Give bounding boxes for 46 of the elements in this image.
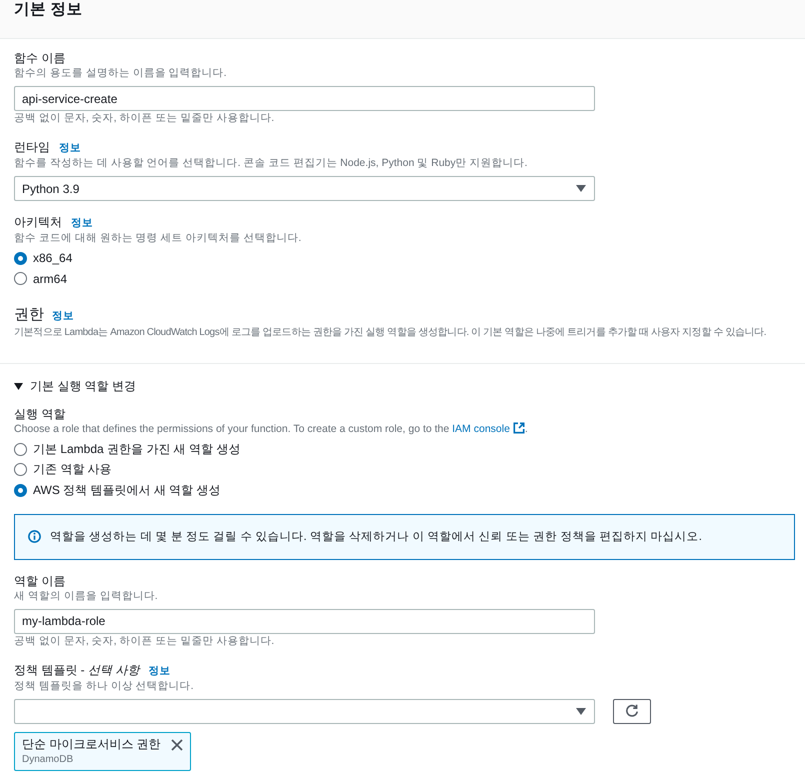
field-description: 함수의 용도를 설명하는 이름을 입력합니다. bbox=[14, 66, 228, 81]
radio-label: 기본 Lambda 권한을 가진 새 역할 생성 bbox=[33, 440, 240, 458]
info-icon bbox=[28, 530, 41, 543]
refresh-button[interactable] bbox=[613, 698, 651, 724]
caret-icon bbox=[576, 708, 586, 714]
field-description: 함수를 작성하는 데 사용할 언어를 선택합니다. 콘솔 코드 편집기는 Node.js, Python 및 Ruby만 지원합니다. bbox=[14, 156, 528, 171]
field-label: 함수 이름 bbox=[14, 50, 66, 66]
field-label: 런타임 bbox=[14, 139, 50, 155]
field-label: 정책 템플릿 - 선택 사항 bbox=[14, 662, 140, 678]
expand-toggle[interactable]: 기본 실행 역할 변경 bbox=[14, 376, 136, 396]
field-description: 정책 템플릿을 하나 이상 선택합니다. bbox=[14, 678, 195, 694]
radio-label: arm64 bbox=[33, 272, 68, 286]
radio-button[interactable] bbox=[14, 272, 27, 286]
token-label: 단순 마이크로서비스 권한 bbox=[22, 736, 161, 752]
radio-label: AWS 정책 템플릿에서 새 역할 생성 bbox=[33, 482, 221, 499]
section-title: 기본 정보 bbox=[14, 0, 82, 19]
field-constraint: 공백 없이 문자, 숫자, 하이픈 또는 밑줄만 사용합니다. bbox=[14, 634, 276, 648]
radio-button[interactable] bbox=[14, 463, 27, 476]
text-input[interactable]: api-service-create bbox=[14, 86, 595, 111]
close-icon[interactable] bbox=[170, 738, 183, 750]
field-description: 새 역할의 이름을 입력합니다. bbox=[14, 588, 159, 604]
token-description: DynamoDB bbox=[22, 752, 74, 766]
info-link[interactable]: 정보 bbox=[52, 306, 74, 326]
refresh-icon bbox=[625, 704, 639, 718]
field-description: Choose a role that defines the permissions of your function. To create a custom role, go to the IAM console . bbox=[14, 422, 529, 437]
dropdown-select[interactable]: Python 3.9 bbox=[14, 176, 595, 201]
field-label: 실행 역할 bbox=[14, 406, 66, 422]
info-link[interactable]: 정보 bbox=[59, 140, 81, 156]
info-link[interactable]: 정보 bbox=[148, 662, 170, 678]
caret-icon bbox=[576, 185, 586, 192]
section-heading: 권한 bbox=[14, 305, 44, 325]
alert-text: 역할을 생성하는 데 몇 분 정도 걸릴 수 있습니다. 역할을 삭제하거나 이 역할에서 신뢰 또는 권한 정책을 편집하지 마십시오. bbox=[50, 530, 702, 544]
console-link[interactable]: IAM console bbox=[452, 423, 525, 435]
info-link[interactable]: 정보 bbox=[71, 215, 93, 231]
field-constraint: 공백 없이 문자, 숫자, 하이픈 또는 밑줄만 사용합니다. bbox=[14, 111, 276, 126]
text-input[interactable]: my-lambda-role bbox=[14, 608, 595, 634]
radio-label: x86_64 bbox=[33, 251, 72, 266]
field-label: 역할 이름 bbox=[14, 572, 66, 588]
radio-label: 기존 역할 사용 bbox=[33, 461, 112, 478]
radio-button[interactable] bbox=[14, 484, 27, 497]
field-label: 아키텍처 bbox=[14, 214, 62, 230]
section-description: 기본적으로 Lambda는 Amazon CloudWatch Logs에 로그를 업로드하는 권한을 가진 실행 역할을 생성합니다. 이 기본 역할은 나중에 트리거를 추가할 때 사용자 지정할 수 있습니다. bbox=[14, 326, 768, 340]
radio-button[interactable] bbox=[14, 442, 27, 456]
external-link-icon bbox=[512, 422, 525, 434]
radio-button[interactable] bbox=[14, 252, 27, 265]
field-description: 함수 코드에 대해 원하는 명령 세트 아키텍처를 선택합니다. bbox=[14, 231, 302, 246]
